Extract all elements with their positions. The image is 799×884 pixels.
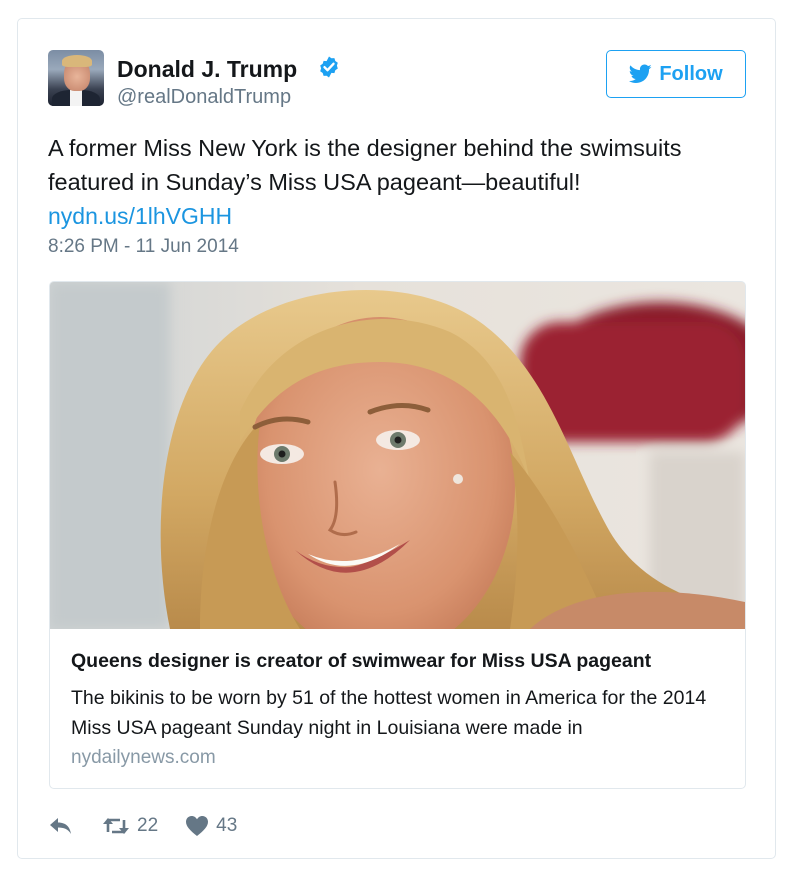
user-handle[interactable]: @realDonaldTrump xyxy=(117,86,291,109)
avatar-shirt xyxy=(70,90,82,106)
tweet-link[interactable]: nydn.us/1lhVGHH xyxy=(48,201,232,231)
user-name[interactable]: Donald J. Trump xyxy=(117,56,297,83)
retweet-count: 22 xyxy=(137,815,159,836)
reply-icon xyxy=(50,818,71,834)
like-button[interactable]: 43 xyxy=(185,815,237,837)
retweet-icon xyxy=(103,818,129,834)
card-image[interactable] xyxy=(50,282,745,629)
twitter-bird-icon xyxy=(629,64,652,84)
like-count: 43 xyxy=(216,815,238,836)
follow-button[interactable]: Follow xyxy=(606,50,746,98)
verified-badge-icon xyxy=(320,56,338,78)
card-title[interactable]: Queens designer is creator of swimwear f… xyxy=(71,650,731,673)
tweet-text: A former Miss New York is the designer b… xyxy=(48,135,682,195)
heart-icon xyxy=(186,816,209,836)
tweet-timestamp[interactable]: 8:26 PM - 11 Jun 2014 xyxy=(48,236,239,258)
avatar-hair xyxy=(62,55,92,67)
embedded-tweet: Donald J. Trump @realDonaldTrump Follow … xyxy=(17,18,776,859)
retweet-button[interactable]: 22 xyxy=(102,815,158,837)
reply-button[interactable] xyxy=(48,815,74,837)
card-photo xyxy=(50,282,745,629)
follow-button-label: Follow xyxy=(659,62,723,85)
link-card[interactable]: Queens designer is creator of swimwear f… xyxy=(49,281,746,789)
avatar[interactable] xyxy=(48,50,104,106)
card-description: The bikinis to be worn by 51 of the hott… xyxy=(71,687,707,739)
card-domain: nydailynews.com xyxy=(71,747,216,768)
tweet-actions: 22 43 xyxy=(48,811,237,841)
